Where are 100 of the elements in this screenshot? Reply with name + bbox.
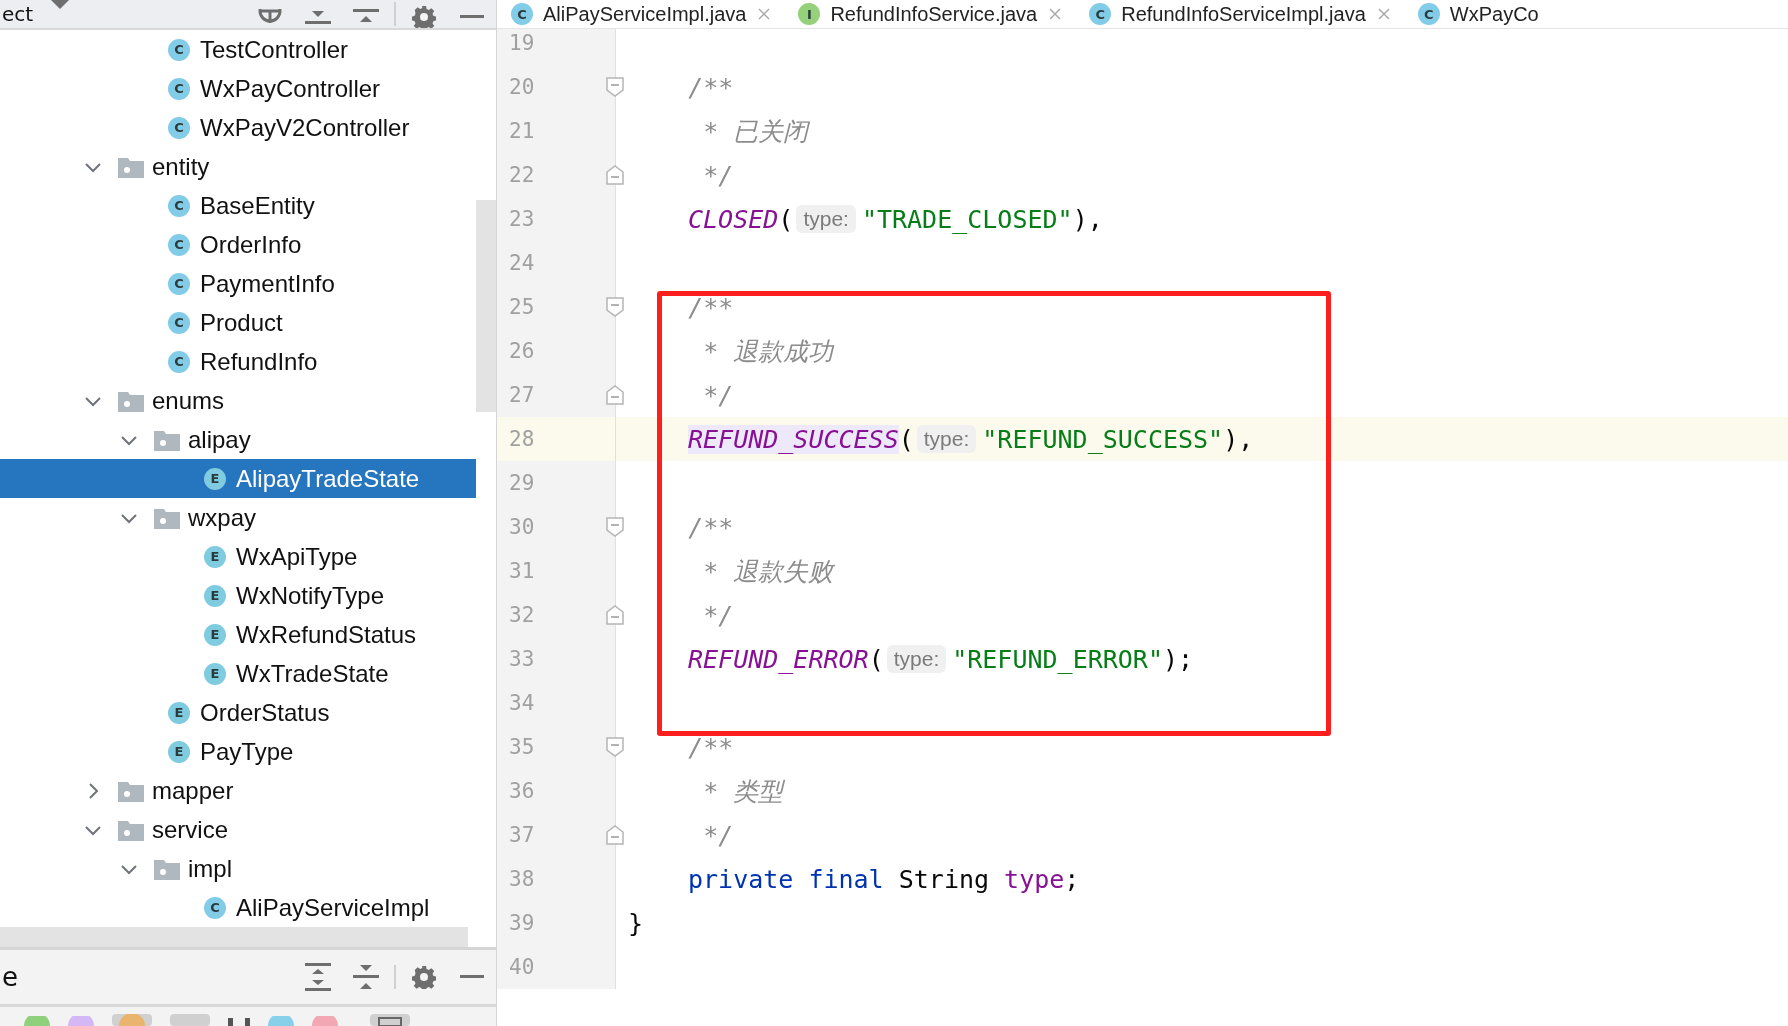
tree-item[interactable]: mapper bbox=[152, 776, 234, 805]
line-number: 36 bbox=[508, 779, 536, 803]
line-number: 40 bbox=[508, 955, 536, 979]
tree-item[interactable]: OrderInfo bbox=[200, 230, 302, 259]
folder-icon bbox=[154, 857, 180, 880]
line-number: 20 bbox=[508, 75, 536, 99]
line-number: 34 bbox=[508, 691, 536, 715]
code-line: */ bbox=[702, 820, 734, 850]
close-icon[interactable] bbox=[1049, 8, 1062, 20]
scrollbar-thumb[interactable] bbox=[476, 200, 496, 412]
scrollbar-thumb[interactable] bbox=[0, 927, 468, 947]
tree-item[interactable]: enums bbox=[152, 386, 225, 415]
class-icon: C bbox=[168, 272, 190, 295]
minimize-icon[interactable] bbox=[460, 14, 484, 20]
code-line: /** bbox=[687, 292, 734, 322]
line-number: 23 bbox=[508, 207, 536, 231]
class-icon: C bbox=[511, 3, 533, 25]
enum-icon: E bbox=[204, 662, 226, 685]
settings-icon[interactable] bbox=[412, 965, 436, 989]
close-icon[interactable] bbox=[1377, 8, 1390, 20]
line-number: 22 bbox=[508, 163, 536, 187]
expand-all-icon[interactable] bbox=[304, 963, 332, 991]
enum-icon: E bbox=[204, 467, 226, 490]
class-icon: C bbox=[168, 233, 190, 256]
tree-item[interactable]: WxNotifyType bbox=[236, 581, 385, 610]
tree-item[interactable]: impl bbox=[188, 854, 232, 883]
line-number: 39 bbox=[508, 911, 536, 935]
line-number: 31 bbox=[508, 559, 536, 583]
line-number: 35 bbox=[508, 735, 536, 759]
tree-item[interactable]: BaseEntity bbox=[200, 191, 315, 220]
code-line: /** bbox=[687, 72, 734, 102]
pause-icon[interactable] bbox=[228, 1018, 250, 1026]
tree-item[interactable]: OrderStatus bbox=[200, 698, 330, 727]
class-icon: C bbox=[1417, 3, 1440, 25]
line-number: 24 bbox=[508, 251, 536, 275]
tree-item[interactable]: AliPayServiceImpl bbox=[236, 893, 430, 922]
tree-item[interactable]: wxpay bbox=[188, 503, 257, 532]
enum-icon: E bbox=[204, 623, 226, 646]
tree-item[interactable]: WxPayV2Controller bbox=[200, 113, 410, 142]
code-line: */ bbox=[702, 600, 734, 630]
line-number: 27 bbox=[508, 383, 536, 407]
code-line: CLOSED( type: "TRADE_CLOSED"), bbox=[687, 204, 1103, 234]
tree-item[interactable]: WxApiType bbox=[236, 542, 358, 571]
tree-item[interactable]: WxPayController bbox=[200, 74, 381, 103]
class-icon: C bbox=[168, 116, 190, 139]
settings-icon[interactable] bbox=[412, 5, 436, 28]
tree-item[interactable]: PayType bbox=[200, 737, 294, 766]
enum-icon: E bbox=[168, 740, 190, 763]
tree-item[interactable]: Product bbox=[200, 308, 283, 337]
class-icon: C bbox=[168, 194, 190, 217]
collapse-all-icon[interactable] bbox=[352, 963, 380, 991]
line-number: 30 bbox=[508, 515, 536, 539]
folder-icon bbox=[118, 155, 144, 178]
code-line: REFUND_SUCCESS( type: "REFUND_SUCCESS"), bbox=[687, 424, 1254, 454]
code-line: * 已关闭 bbox=[702, 115, 809, 148]
tree-item[interactable]: PaymentInfo bbox=[200, 269, 335, 298]
panel-title: ect bbox=[1, 2, 34, 26]
tree-item[interactable]: service bbox=[152, 815, 229, 844]
class-icon: C bbox=[204, 896, 226, 919]
code-line: /** bbox=[687, 732, 734, 762]
panel-title: e bbox=[2, 962, 18, 992]
class-icon: C bbox=[168, 77, 190, 100]
tree-item[interactable]: WxTradeState bbox=[236, 659, 389, 688]
caret-down-icon[interactable] bbox=[51, 0, 70, 10]
enum-icon: E bbox=[204, 545, 226, 568]
window-icon[interactable] bbox=[370, 1014, 410, 1026]
code-line: * 退款失败 bbox=[702, 555, 834, 588]
line-number: 37 bbox=[508, 823, 536, 847]
code-line: * 类型 bbox=[702, 775, 784, 808]
code-line: /** bbox=[687, 512, 734, 542]
folder-icon bbox=[118, 389, 144, 412]
line-number: 25 bbox=[508, 295, 536, 319]
interface-icon: I bbox=[798, 3, 821, 25]
minimize-icon[interactable] bbox=[460, 974, 484, 980]
line-number: 26 bbox=[508, 339, 536, 363]
tree-item[interactable]: AlipayTradeState bbox=[236, 464, 420, 493]
tree-item[interactable]: WxRefundStatus bbox=[236, 620, 417, 649]
line-number: 28 bbox=[508, 427, 536, 451]
folder-icon bbox=[154, 506, 180, 529]
line-number: 33 bbox=[508, 647, 536, 671]
code-line: private final String type; bbox=[687, 864, 1080, 894]
class-icon: C bbox=[168, 38, 190, 61]
class-icon: C bbox=[1089, 3, 1112, 25]
code-line: */ bbox=[702, 160, 734, 190]
folder-icon bbox=[118, 779, 144, 802]
enum-icon: E bbox=[168, 701, 190, 724]
tree-item[interactable]: TestController bbox=[200, 35, 349, 64]
enum-icon: E bbox=[204, 584, 226, 607]
folder-icon bbox=[118, 818, 144, 841]
line-number: 38 bbox=[508, 867, 536, 891]
line-number: 32 bbox=[508, 603, 536, 627]
tree-item[interactable]: entity bbox=[152, 152, 210, 181]
line-number: 29 bbox=[508, 471, 536, 495]
close-icon[interactable] bbox=[758, 8, 771, 20]
class-icon: C bbox=[168, 311, 190, 334]
code-line: REFUND_ERROR( type: "REFUND_ERROR"); bbox=[687, 644, 1194, 674]
tree-item[interactable]: alipay bbox=[188, 425, 251, 454]
folder-icon bbox=[154, 428, 180, 451]
tree-item[interactable]: RefundInfo bbox=[200, 347, 318, 376]
line-number: 21 bbox=[508, 119, 536, 143]
